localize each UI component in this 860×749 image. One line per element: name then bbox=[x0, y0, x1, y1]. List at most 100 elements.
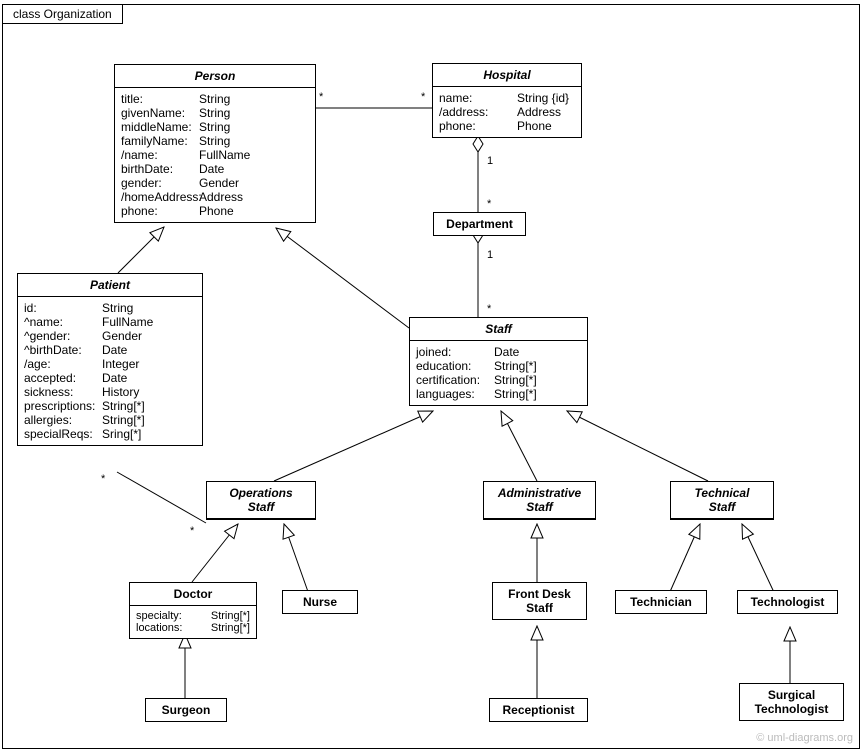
diagram-frame: class Organization bbox=[2, 4, 860, 749]
mult-dept-staff-bottom: * bbox=[487, 303, 491, 315]
class-tech-title: Technical Staff bbox=[671, 482, 773, 519]
class-technician-title: Technician bbox=[616, 591, 706, 613]
class-person: Person title:StringgivenName:Stringmiddl… bbox=[114, 64, 316, 223]
attr-type: Gender bbox=[199, 176, 309, 190]
attr-row: givenName:String bbox=[121, 106, 309, 120]
attr-name: /age: bbox=[24, 357, 102, 371]
attr-name: ^gender: bbox=[24, 329, 102, 343]
class-doctor: Doctor specialty:String[*]locations:Stri… bbox=[129, 582, 257, 639]
attr-row: ^birthDate:Date bbox=[24, 343, 196, 357]
class-department: Department bbox=[433, 212, 526, 236]
attr-row: languages:String[*] bbox=[416, 387, 581, 401]
attr-row: id:String bbox=[24, 301, 196, 315]
class-patient: Patient id:String^name:FullName^gender:G… bbox=[17, 273, 203, 446]
class-person-body: title:StringgivenName:StringmiddleName:S… bbox=[115, 88, 315, 222]
attr-name: prescriptions: bbox=[24, 399, 102, 413]
attr-type: Date bbox=[102, 343, 196, 357]
attr-type: Date bbox=[102, 371, 196, 385]
attr-name: ^name: bbox=[24, 315, 102, 329]
attr-type: FullName bbox=[199, 148, 309, 162]
class-hospital: Hospital name:String {id}/address:Addres… bbox=[432, 63, 582, 138]
attr-name: specialty: bbox=[136, 610, 211, 622]
attr-row: middleName:String bbox=[121, 120, 309, 134]
attr-type: Sring[*] bbox=[102, 427, 196, 441]
class-patient-title: Patient bbox=[18, 274, 202, 297]
attr-row: ^gender:Gender bbox=[24, 329, 196, 343]
attr-name: allergies: bbox=[24, 413, 102, 427]
mult-patient-ops-left: * bbox=[101, 473, 105, 485]
attr-name: name: bbox=[439, 91, 517, 105]
attr-row: specialty:String[*] bbox=[136, 610, 250, 622]
attr-row: /address:Address bbox=[439, 105, 575, 119]
class-ops-title: Operations Staff bbox=[207, 482, 315, 519]
attr-row: /name:FullName bbox=[121, 148, 309, 162]
attr-type: Integer bbox=[102, 357, 196, 371]
attr-name: middleName: bbox=[121, 120, 199, 134]
attr-name: languages: bbox=[416, 387, 494, 401]
attr-name: education: bbox=[416, 359, 494, 373]
attr-type: Phone bbox=[517, 119, 575, 133]
class-technologist: Technologist bbox=[737, 590, 838, 614]
attr-type: History bbox=[102, 385, 196, 399]
class-hospital-body: name:String {id}/address:Addressphone:Ph… bbox=[433, 87, 581, 137]
class-nurse-title: Nurse bbox=[283, 591, 357, 613]
class-front-desk-staff: Front Desk Staff bbox=[492, 582, 587, 620]
attr-name: title: bbox=[121, 92, 199, 106]
attr-row: allergies:String[*] bbox=[24, 413, 196, 427]
attr-type: String bbox=[199, 134, 309, 148]
attr-type: String[*] bbox=[494, 359, 581, 373]
attr-row: education:String[*] bbox=[416, 359, 581, 373]
attr-type: String[*] bbox=[211, 610, 250, 622]
class-doctor-title: Doctor bbox=[130, 583, 256, 606]
attr-name: /name: bbox=[121, 148, 199, 162]
class-hospital-title: Hospital bbox=[433, 64, 581, 87]
mult-person-hospital-left: * bbox=[319, 91, 323, 103]
class-staff-title: Staff bbox=[410, 318, 587, 341]
class-frontdesk-title: Front Desk Staff bbox=[493, 583, 586, 619]
attr-row: birthDate:Date bbox=[121, 162, 309, 176]
attr-type: Date bbox=[494, 345, 581, 359]
attr-type: FullName bbox=[102, 315, 196, 329]
class-surgical-technologist: Surgical Technologist bbox=[739, 683, 844, 721]
mult-hospital-dept-bottom: * bbox=[487, 198, 491, 210]
class-surgeon: Surgeon bbox=[145, 698, 227, 722]
attr-row: /homeAddress:Address bbox=[121, 190, 309, 204]
attr-type: Gender bbox=[102, 329, 196, 343]
attr-type: String bbox=[102, 301, 196, 315]
class-doctor-body: specialty:String[*]locations:String[*] bbox=[130, 606, 256, 638]
attr-row: accepted:Date bbox=[24, 371, 196, 385]
attr-row: specialReqs:Sring[*] bbox=[24, 427, 196, 441]
attr-type: String[*] bbox=[211, 622, 250, 634]
class-operations-staff: Operations Staff bbox=[206, 481, 316, 520]
class-technician: Technician bbox=[615, 590, 707, 614]
attr-name: sickness: bbox=[24, 385, 102, 399]
class-admin-title: Administrative Staff bbox=[484, 482, 595, 519]
attr-type: String bbox=[199, 106, 309, 120]
attr-name: gender: bbox=[121, 176, 199, 190]
class-department-title: Department bbox=[434, 213, 525, 235]
class-surgeon-title: Surgeon bbox=[146, 699, 226, 721]
class-technologist-title: Technologist bbox=[738, 591, 837, 613]
attr-type: String bbox=[199, 92, 309, 106]
mult-dept-staff-top: 1 bbox=[487, 249, 493, 261]
attr-row: phone:Phone bbox=[121, 204, 309, 218]
class-person-title: Person bbox=[115, 65, 315, 88]
class-patient-body: id:String^name:FullName^gender:Gender^bi… bbox=[18, 297, 202, 445]
mult-hospital-dept-top: 1 bbox=[487, 155, 493, 167]
attr-name: familyName: bbox=[121, 134, 199, 148]
attr-name: id: bbox=[24, 301, 102, 315]
attr-name: /address: bbox=[439, 105, 517, 119]
attr-row: familyName:String bbox=[121, 134, 309, 148]
attr-row: ^name:FullName bbox=[24, 315, 196, 329]
attr-row: gender:Gender bbox=[121, 176, 309, 190]
class-receptionist-title: Receptionist bbox=[490, 699, 587, 721]
attr-type: String[*] bbox=[494, 387, 581, 401]
attr-row: sickness:History bbox=[24, 385, 196, 399]
attr-type: Address bbox=[517, 105, 575, 119]
attr-row: locations:String[*] bbox=[136, 622, 250, 634]
attr-name: phone: bbox=[439, 119, 517, 133]
attr-row: name:String {id} bbox=[439, 91, 575, 105]
attr-name: phone: bbox=[121, 204, 199, 218]
attr-name: specialReqs: bbox=[24, 427, 102, 441]
class-receptionist: Receptionist bbox=[489, 698, 588, 722]
